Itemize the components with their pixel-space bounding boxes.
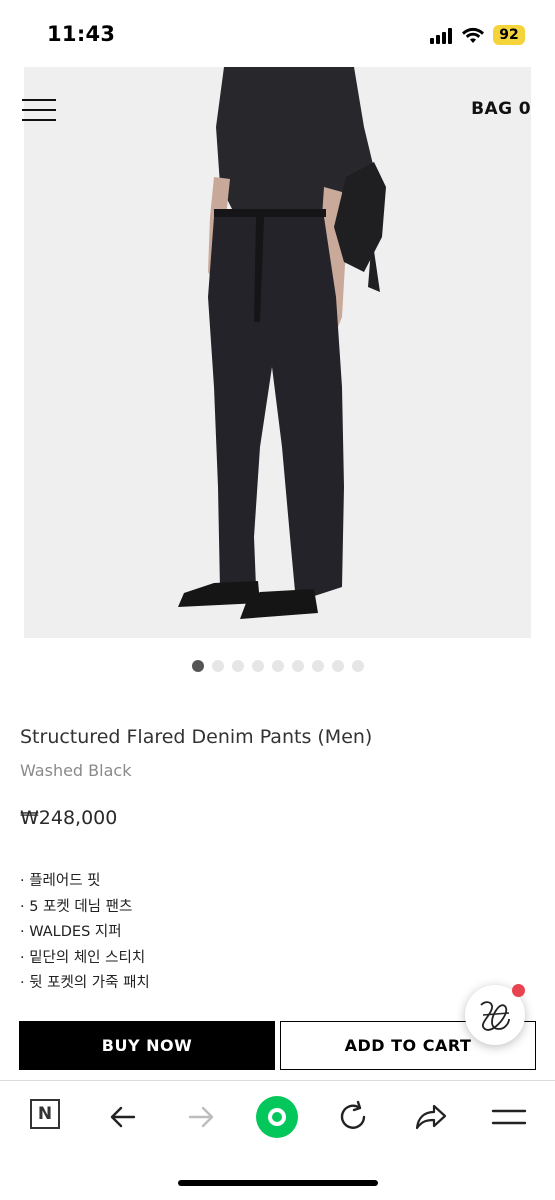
image-pager[interactable]	[192, 660, 364, 672]
pager-dot[interactable]	[252, 660, 264, 672]
battery-indicator: 92	[493, 25, 525, 45]
product-image[interactable]	[24, 67, 531, 638]
product-color: Washed Black	[20, 761, 132, 780]
chat-button[interactable]	[465, 984, 525, 1045]
hamburger-menu-icon[interactable]	[22, 99, 56, 121]
feature-item: · 5 포켓 데님 팬츠	[20, 898, 133, 915]
share-icon[interactable]	[412, 1098, 452, 1138]
pager-dot[interactable]	[332, 660, 344, 672]
menu-icon[interactable]	[489, 1098, 529, 1138]
pager-dot[interactable]	[312, 660, 324, 672]
back-arrow-icon[interactable]	[104, 1098, 144, 1138]
pager-dot[interactable]	[292, 660, 304, 672]
model-photo	[24, 67, 531, 638]
feature-item: · WALDES 지퍼	[20, 924, 122, 940]
pager-dot[interactable]	[212, 660, 224, 672]
cellular-signal-icon	[430, 28, 454, 44]
green-home-icon[interactable]	[256, 1096, 298, 1138]
naver-icon[interactable]: N	[30, 1099, 60, 1129]
pager-dot[interactable]	[352, 660, 364, 672]
forward-arrow-icon[interactable]	[182, 1098, 222, 1138]
product-price: ₩248,000	[20, 807, 118, 829]
pager-dot[interactable]	[272, 660, 284, 672]
feature-item: · 밑단의 체인 스티치	[20, 949, 146, 966]
home-indicator	[178, 1180, 378, 1186]
product-title: Structured Flared Denim Pants (Men)	[20, 726, 373, 748]
refresh-icon[interactable]	[334, 1098, 374, 1138]
pager-dot[interactable]	[192, 660, 204, 672]
feature-item: · 플레어드 핏	[20, 873, 101, 889]
wifi-icon	[462, 27, 484, 43]
pager-dot[interactable]	[232, 660, 244, 672]
notification-badge	[512, 984, 525, 997]
bag-button[interactable]: BAG 0	[471, 99, 531, 119]
buy-now-button[interactable]: BUY NOW	[19, 1021, 275, 1070]
feature-list: · 플레어드 핏 · 5 포켓 데님 팬츠 · WALDES 지퍼 · 밑단의 …	[20, 871, 150, 999]
status-bar: 11:43 92	[0, 0, 555, 66]
status-time: 11:43	[47, 22, 116, 46]
